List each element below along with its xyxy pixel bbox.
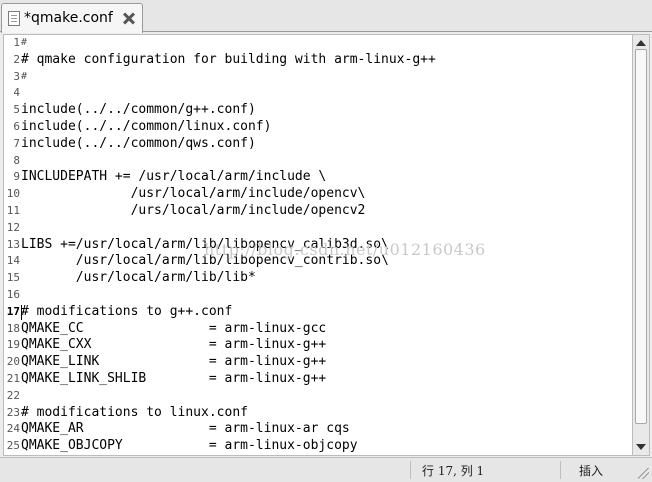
line-number: 26 [6, 455, 20, 456]
line-number: 13 [6, 237, 20, 251]
code-line[interactable]: 17 # modifications to g++.conf [4, 304, 632, 321]
code-line[interactable]: 16 [4, 287, 632, 304]
line-number: 3 [13, 69, 20, 83]
line-number: 25 [6, 439, 20, 453]
code-line[interactable]: 23 # modifications to linux.conf [4, 405, 632, 422]
line-number: 15 [6, 271, 20, 285]
code-line[interactable]: 1 # [4, 35, 632, 52]
document-icon [8, 11, 20, 26]
tab-title: *qmake.conf [24, 10, 113, 26]
watermark: http://blog.csdn.net/u012160436 [204, 240, 486, 259]
code-line[interactable]: 15 /usr/local/arm/lib/lib* [4, 270, 632, 287]
line-number: 2 [13, 52, 20, 66]
line-text: # modifications to linux.conf [21, 404, 248, 420]
line-text: /urs/local/arm/include/opencv2 [21, 202, 366, 218]
code-line[interactable]: 11 /urs/local/arm/include/opencv2 [4, 203, 632, 220]
line-text: include(../../common/g++.conf) [21, 102, 256, 118]
code-line[interactable]: 10 /usr/local/arm/include/opencv\ [4, 186, 632, 203]
code-line[interactable]: 12 [4, 220, 632, 237]
code-line[interactable]: 9 INCLUDEPATH += /usr/local/arm/include \ [4, 169, 632, 186]
code-line[interactable]: 7 include(../../common/qws.conf) [4, 136, 632, 153]
scroll-up-arrow-icon[interactable] [633, 35, 649, 50]
line-text: include(../../common/linux.conf) [21, 118, 272, 134]
code-line[interactable]: 8 [4, 153, 632, 170]
line-number: 10 [6, 187, 20, 201]
line-number: 18 [6, 321, 20, 335]
line-text: INCLUDEPATH += /usr/local/arm/include \ [21, 169, 327, 185]
line-number: 8 [13, 153, 20, 167]
line-text: QMAKE_CC = arm-linux-gcc [21, 320, 327, 336]
line-number: 9 [13, 170, 20, 184]
code-line[interactable]: 3 # [4, 69, 632, 86]
scrollbar-thumb[interactable] [635, 49, 647, 424]
code-line[interactable]: 26QMAKE_STRIP = arm-linux-strip [4, 455, 632, 456]
line-number: 21 [6, 371, 20, 385]
line-number: 1 [13, 36, 20, 49]
code-line[interactable]: 6 include(../../common/linux.conf) [4, 119, 632, 136]
insert-mode-indicator: 插入 [579, 464, 604, 478]
line-number: 5 [13, 103, 20, 117]
scroll-down-arrow-icon[interactable] [633, 440, 649, 455]
line-number: 22 [6, 388, 20, 402]
line-text: include(../../common/qws.conf) [21, 135, 256, 151]
line-number: 4 [13, 86, 20, 100]
status-separator [410, 461, 411, 479]
line-text: QMAKE_LINK_SHLIB = arm-linux-g++ [21, 370, 327, 386]
line-number: 16 [6, 287, 20, 301]
line-number: 14 [6, 254, 20, 268]
line-text: QMAKE_AR = arm-linux-ar cqs [21, 421, 350, 437]
line-text: # [21, 70, 28, 82]
line-number: 7 [13, 136, 20, 150]
code-line[interactable]: 2 # qmake configuration for building with… [4, 52, 632, 69]
code-line[interactable]: 21 QMAKE_LINK_SHLIB = arm-linux-g++ [4, 371, 632, 388]
code-line[interactable]: 5 include(../../common/g++.conf) [4, 102, 632, 119]
text-cursor [21, 304, 22, 320]
line-number: 11 [6, 203, 20, 217]
close-tab-button[interactable] [121, 10, 137, 26]
cursor-position: 行 17, 列 1 [422, 464, 485, 478]
line-text: # qmake configuration for building with … [21, 51, 436, 67]
line-text: QMAKE_OBJCOPY = arm-linux-objcopy [21, 438, 358, 454]
code-line[interactable]: 24 QMAKE_AR = arm-linux-ar cqs [4, 421, 632, 438]
line-text: QMAKE_STRIP = arm-linux-strip [21, 455, 342, 456]
resize-grip-icon[interactable] [638, 468, 649, 479]
code-line[interactable]: 20 QMAKE_LINK = arm-linux-g++ [4, 354, 632, 371]
code-line[interactable]: 22 [4, 388, 632, 405]
line-text: QMAKE_CXX = arm-linux-g++ [21, 337, 327, 353]
status-separator [560, 461, 561, 479]
line-number: 20 [6, 355, 20, 369]
line-number: 23 [6, 405, 20, 419]
line-text: /usr/local/arm/include/opencv\ [21, 186, 366, 202]
line-text: # [21, 37, 28, 48]
line-text: QMAKE_LINK = arm-linux-g++ [21, 354, 327, 370]
line-number: 12 [6, 220, 20, 234]
line-number: 19 [6, 338, 20, 352]
line-text: /usr/local/arm/lib/lib* [21, 270, 256, 286]
code-line[interactable]: 25 QMAKE_OBJCOPY = arm-linux-objcopy [4, 438, 632, 455]
line-number: 24 [6, 422, 20, 436]
vertical-scrollbar[interactable] [632, 34, 650, 456]
line-text: # modifications to g++.conf [21, 303, 233, 319]
text-editor[interactable]: 1 #2 # qmake configuration for building wi… [3, 34, 632, 456]
status-bar: 行 17, 列 1 插入 [0, 457, 652, 482]
line-number: 6 [13, 119, 20, 133]
code-line[interactable]: 4 [4, 85, 632, 102]
code-line[interactable]: 18 QMAKE_CC = arm-linux-gcc [4, 321, 632, 338]
line-number: 17 [6, 304, 20, 318]
code-line[interactable]: 19 QMAKE_CXX = arm-linux-g++ [4, 337, 632, 354]
tab-bar: *qmake.conf [0, 0, 652, 33]
tab-qmake-conf[interactable]: *qmake.conf [1, 3, 143, 33]
